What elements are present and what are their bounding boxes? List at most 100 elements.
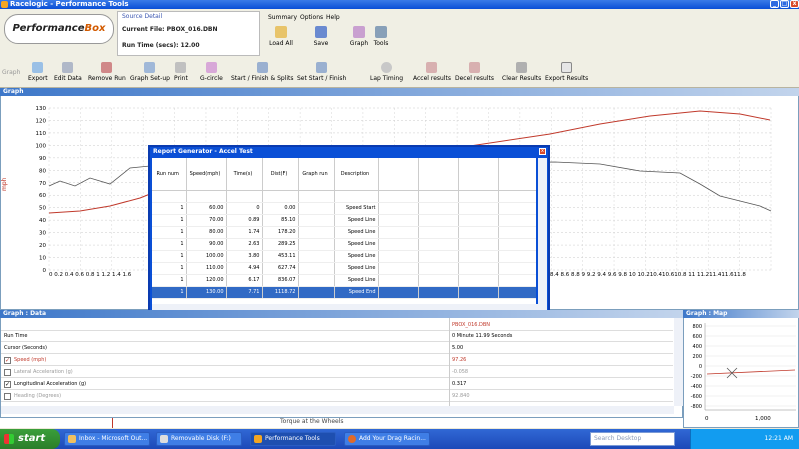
table-row[interactable]: 1 70.00 0.89 85.10 Speed Line [152, 214, 536, 227]
data-row-label: Run Time [4, 333, 28, 339]
report-col-header: Speed(mph) [186, 158, 227, 191]
print-button[interactable]: Print [174, 62, 188, 82]
table-row[interactable]: 1 80.00 1.74 178.20 Speed Line [152, 226, 536, 239]
graph-y-tick: 60 [39, 193, 46, 199]
menu-tabs: Summary Options Help [266, 11, 416, 23]
task-inbox[interactable]: Inbox - Microsoft Out... [64, 432, 150, 446]
performancebox-logo: PerformanceBox [4, 14, 114, 44]
map-pane-header: Graph : Map [683, 310, 799, 318]
graph-y-tick: 100 [36, 143, 47, 149]
table-row[interactable]: 1 100.00 3.80 453.11 Speed Line [152, 250, 536, 263]
report-cell: 836.07 [262, 274, 299, 287]
lap-timing-button[interactable]: Lap Timing [370, 62, 403, 82]
report-close-button[interactable]: x [539, 148, 546, 155]
graph-setup-icon [144, 62, 156, 73]
start-button[interactable]: start [0, 429, 60, 449]
data-row-value: 92.840 [452, 393, 470, 399]
graph-setup-button[interactable]: Graph Set-up [130, 62, 170, 82]
report-cell [298, 238, 335, 251]
search-desktop-input[interactable]: Search Desktop [590, 432, 675, 446]
report-cell: 0.89 [226, 214, 263, 227]
graph-y-ticks: 1301201101009080706050403020100 [36, 106, 47, 274]
report-generator-window: Report Generator - Accel Test x Run num S… [148, 145, 550, 313]
start-finish-splits-button[interactable]: Start / Finish & Splits [231, 62, 294, 82]
task-removable-disk[interactable]: Removable Disk (F:) [156, 432, 242, 446]
save-label: Save [313, 40, 329, 47]
decel-icon [468, 62, 480, 73]
close-button[interactable]: x [790, 0, 799, 8]
data-row[interactable]: ✓ Speed (mph) 97.26 [1, 355, 673, 366]
data-horizontal-scrollbar[interactable] [1, 406, 674, 414]
status-marker [112, 418, 113, 428]
map-plot[interactable]: 800 600 400 200 0 -200 -400 -600 -800 0 1,000 [683, 318, 799, 428]
data-row[interactable]: Cursor (Seconds) 5.00 [1, 343, 673, 354]
report-cell: Speed Line [334, 274, 379, 287]
report-col-header: Graph run [298, 158, 335, 191]
tab-summary[interactable]: Summary [268, 14, 297, 21]
task-performance-tools[interactable]: Performance Tools [250, 432, 336, 446]
tab-options[interactable]: Options [300, 14, 323, 21]
table-row[interactable]: 1 60.00 0 0.00 Speed Start [152, 202, 536, 215]
disk-icon [315, 26, 327, 38]
report-vertical-scrollbar[interactable] [538, 158, 547, 304]
map-y-tick: -600 [691, 394, 702, 400]
data-row-value: 0.317 [452, 381, 467, 387]
data-row-checkbox[interactable] [4, 369, 11, 376]
edit-data-label: Edit Data [54, 75, 82, 82]
export-button[interactable]: Export [28, 62, 48, 82]
task-drag-label: Add Your Drag Racin... [359, 435, 426, 442]
accel-results-button[interactable]: Accel results [413, 62, 451, 82]
graph-button[interactable]: Graph [348, 26, 370, 47]
task-removable-label: Removable Disk (F:) [171, 435, 231, 442]
map-y-tick: -400 [691, 384, 702, 390]
tools-button[interactable]: Tools [370, 26, 392, 47]
table-row[interactable]: 1 120.00 6.17 836.07 Speed Line [152, 274, 536, 287]
logo-text-a: Performance [12, 23, 85, 34]
graph-y-tick: 80 [39, 168, 46, 174]
data-row-checkbox[interactable]: ✓ [4, 381, 11, 388]
map-y-tick: 400 [692, 344, 702, 350]
remove-run-label: Remove Run [88, 75, 126, 82]
report-cell: 7.71 [226, 286, 263, 299]
report-cell: 627.74 [262, 262, 299, 275]
decel-results-button[interactable]: Decel results [455, 62, 494, 82]
graph-y-tick: 40 [39, 218, 46, 224]
g-circle-icon [205, 62, 217, 73]
table-row[interactable]: 1 90.00 2.63 289.25 Speed Line [152, 238, 536, 251]
graph-y-tick: 10 [39, 256, 46, 262]
export-results-button[interactable]: Export Results [545, 62, 588, 82]
minimize-button[interactable]: _ [770, 0, 779, 8]
report-cell: Speed Line [334, 250, 379, 263]
window-title-bar: Racelogic - Performance Tools _ □ x [0, 0, 799, 9]
data-row-checkbox[interactable]: ✓ [4, 357, 11, 364]
task-drag-racing[interactable]: Add Your Drag Racin... [344, 432, 430, 446]
data-row[interactable]: ✓ Longitudinal Acceleration (g) 0.317 [1, 379, 673, 390]
data-vertical-scrollbar[interactable] [674, 318, 683, 406]
data-row-checkbox[interactable] [4, 393, 11, 400]
start-label: start [18, 433, 46, 444]
report-cell: 0.00 [262, 202, 299, 215]
table-row[interactable]: 1 130.00 7.71 1118.72 Speed End [152, 286, 536, 299]
report-cell: Speed Start [334, 202, 379, 215]
remove-run-button[interactable]: Remove Run [88, 62, 126, 82]
report-col-header: Time(s) [226, 158, 263, 191]
g-circle-button[interactable]: G-circle [200, 62, 223, 82]
performance-tools-icon [254, 435, 262, 443]
save-button[interactable]: Save [308, 26, 334, 47]
maximize-button[interactable]: □ [780, 0, 789, 8]
load-all-button[interactable]: Load All [268, 26, 294, 47]
clear-results-button[interactable]: Clear Results [502, 62, 541, 82]
tab-help[interactable]: Help [326, 14, 340, 21]
table-row[interactable]: 1 110.00 4.94 627.74 Speed Line [152, 262, 536, 275]
report-cell [298, 214, 335, 227]
edit-data-button[interactable]: Edit Data [54, 62, 82, 82]
set-start-finish-button[interactable]: Set Start / Finish [297, 62, 346, 82]
data-row-value: -0.058 [452, 369, 469, 375]
data-row[interactable]: Lateral Acceleration (g) -0.058 [1, 367, 673, 378]
graph-x-ticks-left: 0 0.2 0.4 0.6 0.8 1 1.2 1.4 1.6 [49, 272, 132, 278]
clear-results-label: Clear Results [502, 75, 542, 82]
graph-y-tick: 30 [39, 231, 46, 237]
report-cell: 100.00 [186, 250, 227, 263]
data-row[interactable]: Run Time 0 Minute 11.99 Seconds [1, 331, 673, 342]
data-row[interactable]: Heading (Degrees) 92.840 [1, 391, 673, 402]
